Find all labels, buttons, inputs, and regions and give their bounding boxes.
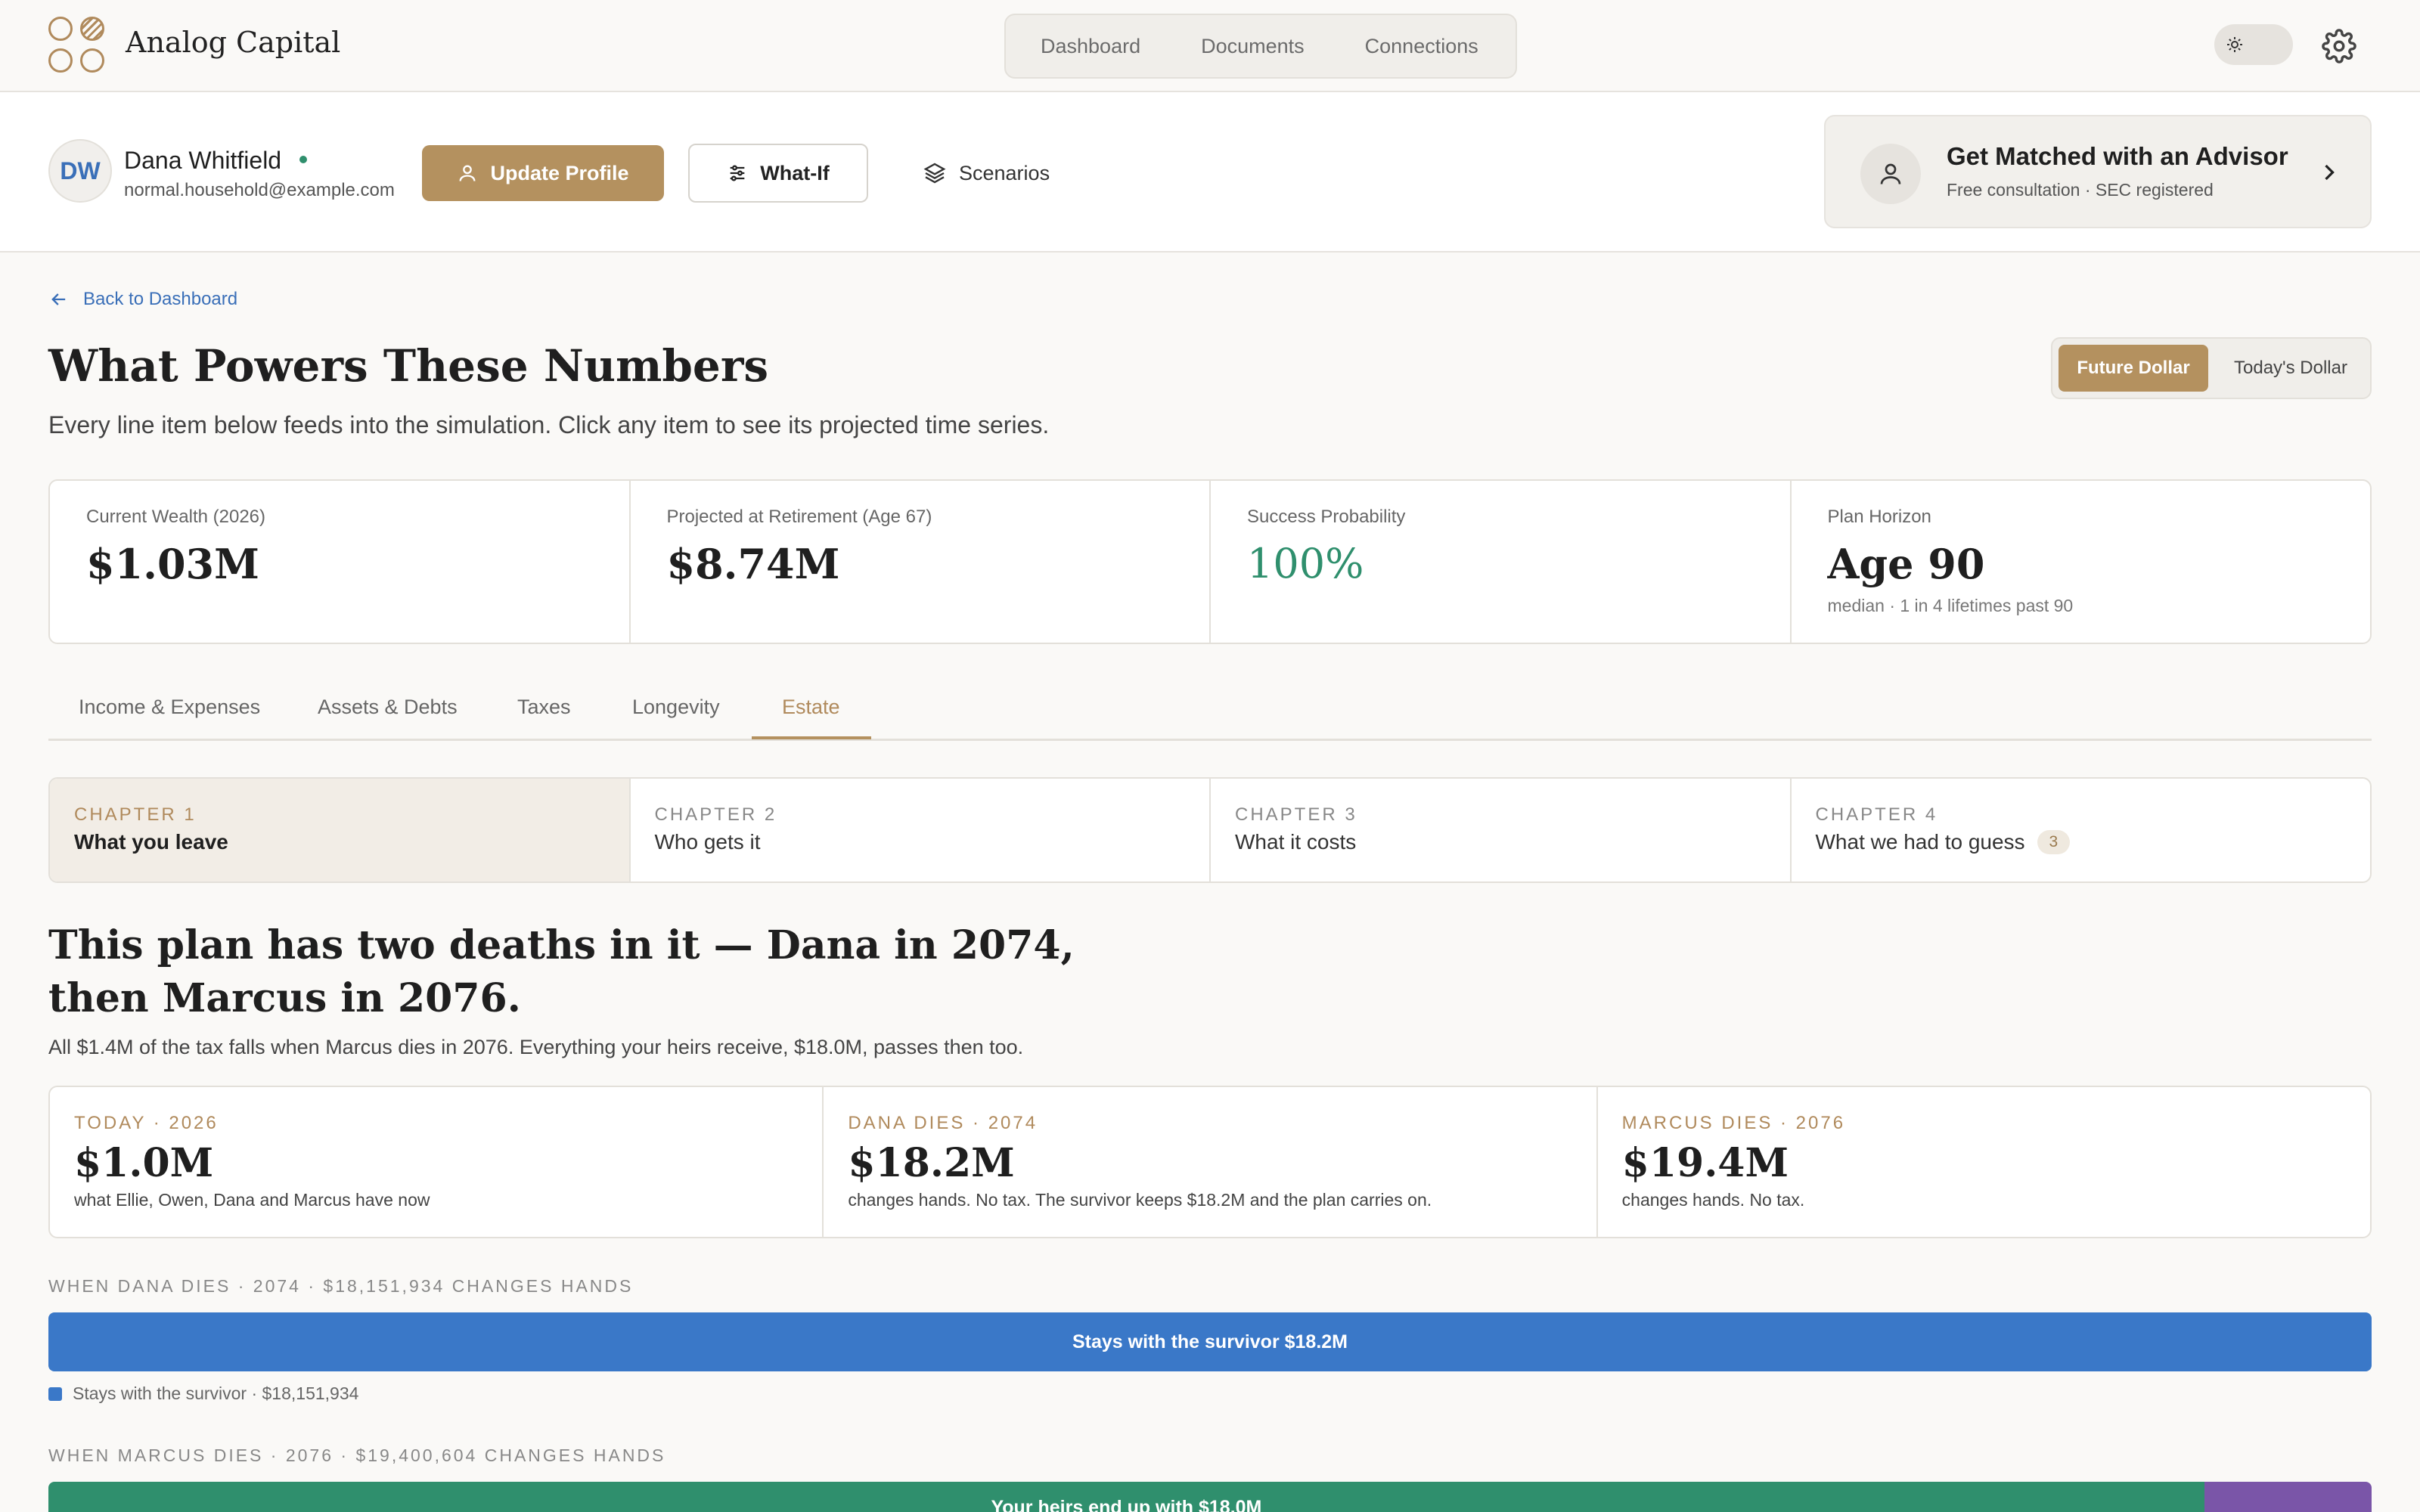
page-subtitle: Every line item below feeds into the sim… xyxy=(48,411,1050,438)
user-icon xyxy=(459,165,476,181)
milestone-marcus-dies: MARCUS DIES · 2076 $19.4M changes hands.… xyxy=(1598,1087,2370,1237)
chapter-title-row: What we had to guess 3 xyxy=(1816,830,2071,854)
tab-taxes[interactable]: Taxes xyxy=(517,696,571,719)
avatar[interactable]: DW xyxy=(48,139,112,203)
milestone-note: changes hands. No tax. xyxy=(1621,1190,1805,1210)
guess-count-badge: 3 xyxy=(2037,830,2071,854)
chevron-right-icon xyxy=(2316,159,2343,190)
stat-current-wealth: Current Wealth (2026) $1.03M xyxy=(50,481,631,643)
chapter-1[interactable]: CHAPTER 1 What you leave xyxy=(50,779,631,881)
brand-name[interactable]: Analog Capital xyxy=(126,26,340,59)
brand-logo-icon[interactable] xyxy=(48,17,107,73)
todays-dollar-option[interactable]: Today's Dollar xyxy=(2216,345,2366,392)
main-nav: Dashboard Documents Connections xyxy=(1004,14,1517,79)
stat-label: Projected at Retirement (Age 67) xyxy=(666,507,932,527)
stat-value: Age 90 xyxy=(1827,540,1985,588)
milestone-value: $19.4M xyxy=(1621,1140,1789,1186)
chapter-2[interactable]: CHAPTER 2 Who gets it xyxy=(631,779,1211,881)
survivor-bar[interactable]: Stays with the survivor $18.2M xyxy=(48,1312,2372,1371)
advisor-subtitle: Free consultation · SEC registered xyxy=(1947,180,2214,200)
top-navigation-bar: Analog Capital Dashboard Documents Conne… xyxy=(0,0,2420,92)
chapter-number: CHAPTER 3 xyxy=(1235,804,1357,825)
category-tabs: Income & Expenses Assets & Debts Taxes L… xyxy=(48,682,2372,741)
scenarios-label: Scenarios xyxy=(959,161,1050,184)
milestone-value: $1.0M xyxy=(74,1140,214,1186)
milestone-value: $18.2M xyxy=(848,1140,1015,1186)
advisor-title: Get Matched with an Advisor xyxy=(1947,142,2288,170)
future-dollar-option[interactable]: Future Dollar xyxy=(2059,345,2208,392)
chapter-title: What it costs xyxy=(1235,830,1357,854)
chapter-number: CHAPTER 2 xyxy=(654,804,777,825)
stat-label: Success Probability xyxy=(1247,507,1406,527)
what-if-button[interactable]: What-If xyxy=(688,144,868,203)
layers-icon xyxy=(923,163,946,184)
back-to-dashboard-link[interactable]: Back to Dashboard xyxy=(48,289,237,310)
estate-milestone-cards: TODAY · 2026 $1.0M what Ellie, Owen, Dan… xyxy=(48,1086,2372,1238)
advisor-match-card[interactable]: Get Matched with an Advisor Free consult… xyxy=(1824,115,2372,228)
stat-value: $1.03M xyxy=(86,540,259,588)
stat-value: $8.74M xyxy=(666,540,840,588)
summary-stats: Current Wealth (2026) $1.03M Projected a… xyxy=(48,479,2372,644)
survivor-legend: Stays with the survivor · $18,151,934 xyxy=(48,1383,358,1404)
chapter-title: What you leave xyxy=(74,830,228,854)
profile-bar: DW Dana Whitfield normal.household@examp… xyxy=(0,92,2420,253)
stat-projected-retirement: Projected at Retirement (Age 67) $8.74M xyxy=(631,481,1211,643)
chapter-4[interactable]: CHAPTER 4 What we had to guess 3 xyxy=(1792,779,2371,881)
back-label: Back to Dashboard xyxy=(83,289,238,309)
chapter-title: What we had to guess xyxy=(1815,830,2025,854)
legend-label: Stays with the survivor · $18,151,934 xyxy=(73,1383,359,1403)
milestone-label: MARCUS DIES · 2076 xyxy=(1621,1113,1846,1133)
chapter-number: CHAPTER 1 xyxy=(74,804,197,825)
milestone-label: TODAY · 2026 xyxy=(74,1113,219,1133)
online-status-dot xyxy=(299,156,307,163)
scenarios-button[interactable]: Scenarios xyxy=(923,145,1050,201)
tab-income-expenses[interactable]: Income & Expenses xyxy=(79,696,260,719)
marcus-distribution-bar[interactable]: Your heirs end up with $18.0M xyxy=(48,1482,2372,1512)
tax-segment[interactable] xyxy=(2204,1482,2372,1512)
chapter-stepper: CHAPTER 1 What you leave CHAPTER 2 Who g… xyxy=(48,777,2372,883)
stat-label: Current Wealth (2026) xyxy=(86,507,265,527)
sun-icon xyxy=(2222,32,2248,57)
what-if-label: What-If xyxy=(760,161,830,184)
tab-assets-debts[interactable]: Assets & Debts xyxy=(318,696,458,719)
sliders-icon xyxy=(730,165,745,181)
chapter-title: Who gets it xyxy=(654,830,761,854)
active-tab-indicator xyxy=(752,736,871,739)
person-icon xyxy=(1860,144,1921,204)
heirs-segment[interactable]: Your heirs end up with $18.0M xyxy=(48,1482,2204,1512)
stat-success-probability: Success Probability 100% xyxy=(1211,481,1792,643)
profile-name: Dana Whitfield xyxy=(124,147,282,174)
milestone-dana-dies: DANA DIES · 2074 $18.2M changes hands. N… xyxy=(824,1087,1598,1237)
settings-gear-icon[interactable] xyxy=(2322,29,2356,64)
nav-item-documents[interactable]: Documents xyxy=(1201,35,1305,58)
tab-longevity[interactable]: Longevity xyxy=(632,696,720,719)
chapter-number: CHAPTER 4 xyxy=(1815,804,1938,825)
milestone-note: what Ellie, Owen, Dana and Marcus have n… xyxy=(74,1190,430,1210)
page-title: What Powers These Numbers xyxy=(48,340,769,392)
milestone-today: TODAY · 2026 $1.0M what Ellie, Owen, Dan… xyxy=(50,1087,824,1237)
chapter-3[interactable]: CHAPTER 3 What it costs xyxy=(1211,779,1792,881)
marcus-death-section-label: WHEN MARCUS DIES · 2076 · $19,400,604 CH… xyxy=(48,1445,666,1465)
stat-value: 100% xyxy=(1247,540,1364,587)
stat-note: median · 1 in 4 lifetimes past 90 xyxy=(1827,596,2074,615)
nav-item-connections[interactable]: Connections xyxy=(1365,35,1478,58)
tab-estate[interactable]: Estate xyxy=(782,696,840,719)
milestone-note: changes hands. No tax. The survivor keep… xyxy=(848,1190,1432,1210)
arrow-left-icon xyxy=(51,293,66,305)
milestone-label: DANA DIES · 2074 xyxy=(848,1113,1038,1133)
stat-plan-horizon: Plan Horizon Age 90 median · 1 in 4 life… xyxy=(1792,481,2371,643)
update-profile-label: Update Profile xyxy=(490,161,629,184)
profile-email: normal.household@example.com xyxy=(124,180,395,200)
legend-swatch xyxy=(48,1387,62,1401)
theme-toggle[interactable] xyxy=(2214,24,2293,65)
estate-summary: All $1.4M of the tax falls when Marcus d… xyxy=(48,1036,1024,1058)
update-profile-button[interactable]: Update Profile xyxy=(422,145,664,201)
nav-item-dashboard[interactable]: Dashboard xyxy=(1041,35,1140,58)
dollar-mode-toggle: Future Dollar Today's Dollar xyxy=(2051,337,2372,399)
estate-headline: This plan has two deaths in it — Dana in… xyxy=(48,922,1075,1021)
stat-label: Plan Horizon xyxy=(1827,507,1931,527)
dana-death-section-label: WHEN DANA DIES · 2074 · $18,151,934 CHAN… xyxy=(48,1276,634,1296)
